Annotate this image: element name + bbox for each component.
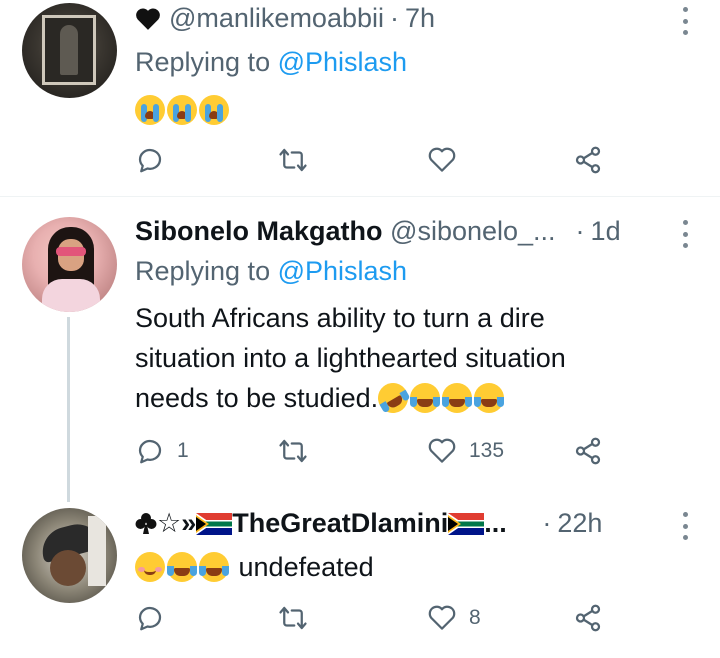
- black-heart-icon: [136, 8, 160, 30]
- reply-button[interactable]: [135, 143, 177, 177]
- loudly-crying-face-emoji: [199, 95, 229, 125]
- face-with-tears-of-joy-emoji: [474, 383, 505, 413]
- replying-handle-link[interactable]: @Phislash: [278, 47, 407, 77]
- loudly-crying-face-emoji: [167, 95, 197, 125]
- south-africa-flag-icon: [448, 513, 485, 535]
- replying-to: Replying to @Phislash: [135, 256, 407, 287]
- share-button[interactable]: [573, 601, 603, 635]
- tweet-text-content: undefeated: [238, 552, 374, 582]
- heart-icon: [428, 438, 456, 463]
- retweet-icon: [279, 439, 307, 463]
- share-button[interactable]: [573, 143, 603, 177]
- retweet-button[interactable]: [278, 434, 320, 468]
- author-name[interactable]: Sibonelo Makgatho: [135, 216, 383, 246]
- share-icon: [575, 604, 601, 632]
- retweet-button[interactable]: [278, 601, 320, 635]
- tweet-actions: 1 135: [135, 434, 615, 468]
- separator-dot: ·: [542, 508, 552, 538]
- tweet-actions: 8: [135, 601, 615, 635]
- avatar[interactable]: [22, 3, 117, 98]
- smiling-face-with-smiling-eyes-emoji: [135, 552, 165, 582]
- reply-count: 1: [177, 439, 189, 462]
- thread-line: [67, 317, 70, 502]
- tweet-text: undefeated: [135, 547, 374, 587]
- timestamp[interactable]: 1d: [591, 216, 621, 246]
- tweet-1[interactable]: @manlikemoabbii · 7h Replying to @Phislash: [0, 0, 720, 195]
- replying-label: Replying to: [135, 47, 271, 77]
- replying-handle-link[interactable]: @Phislash: [278, 256, 407, 286]
- separator-dot: ·: [390, 3, 399, 33]
- tweet-actions: [135, 143, 615, 177]
- replying-label: Replying to: [135, 256, 271, 286]
- rolling-on-floor-laughing-emoji: [372, 377, 414, 419]
- reply-icon: [138, 606, 162, 631]
- like-count: 135: [469, 439, 505, 462]
- face-with-tears-of-joy-emoji: [167, 552, 197, 582]
- tweet-header: Sibonelo Makgatho @sibonelo_... · 1d: [135, 216, 621, 247]
- more-options-icon[interactable]: [680, 220, 690, 248]
- reply-icon: [138, 148, 162, 173]
- tweet-3[interactable]: ☆» TheGreatDlamini... · 22h undefeated 8: [0, 497, 720, 658]
- tweet-text-line: situation into a lighthearted situation: [135, 343, 566, 373]
- timestamp[interactable]: 22h: [557, 508, 602, 538]
- like-button[interactable]: [427, 143, 469, 177]
- heart-icon: [428, 147, 456, 172]
- share-button[interactable]: [573, 434, 603, 468]
- like-button[interactable]: 135: [427, 434, 504, 468]
- avatar[interactable]: [22, 217, 117, 312]
- heart-icon: [428, 605, 456, 630]
- reply-button[interactable]: 1: [135, 434, 189, 468]
- face-with-tears-of-joy-emoji: [410, 383, 441, 413]
- tweet-text: South Africans ability to turn a dire si…: [135, 298, 566, 419]
- retweet-button[interactable]: [278, 143, 320, 177]
- share-icon: [575, 146, 601, 174]
- tweet-header: ☆» TheGreatDlamini... · 22h: [135, 508, 602, 539]
- avatar[interactable]: [22, 508, 117, 603]
- like-button[interactable]: 8: [427, 601, 481, 635]
- tweet-text-line: South Africans ability to turn a dire: [135, 303, 545, 333]
- tweet-text: [135, 90, 231, 130]
- reply-icon: [138, 439, 162, 464]
- author-handle[interactable]: @manlikemoabbii: [169, 3, 384, 33]
- tweet-header: @manlikemoabbii · 7h: [135, 3, 435, 34]
- face-with-tears-of-joy-emoji: [442, 383, 473, 413]
- like-count: 8: [469, 606, 481, 629]
- retweet-icon: [279, 148, 307, 172]
- separator-dot: ·: [575, 216, 585, 246]
- tweet-2[interactable]: Sibonelo Makgatho @sibonelo_... · 1d Reply…: [0, 197, 720, 502]
- south-africa-flag-icon: [196, 513, 233, 535]
- share-icon: [575, 437, 601, 465]
- more-options-icon[interactable]: [680, 512, 690, 540]
- loudly-crying-face-emoji: [135, 95, 165, 125]
- reply-button[interactable]: [135, 601, 177, 635]
- replying-to: Replying to @Phislash: [135, 47, 407, 78]
- retweet-icon: [279, 606, 307, 630]
- timestamp[interactable]: 7h: [405, 3, 435, 33]
- club-suit-icon: [135, 513, 157, 534]
- tweet-text-line: needs to be studied.: [135, 377, 566, 419]
- author-handle[interactable]: @sibonelo_...: [390, 216, 556, 246]
- author-name[interactable]: ☆» TheGreatDlamini...: [135, 508, 514, 538]
- more-options-icon[interactable]: [680, 7, 690, 35]
- face-with-tears-of-joy-emoji: [199, 552, 229, 582]
